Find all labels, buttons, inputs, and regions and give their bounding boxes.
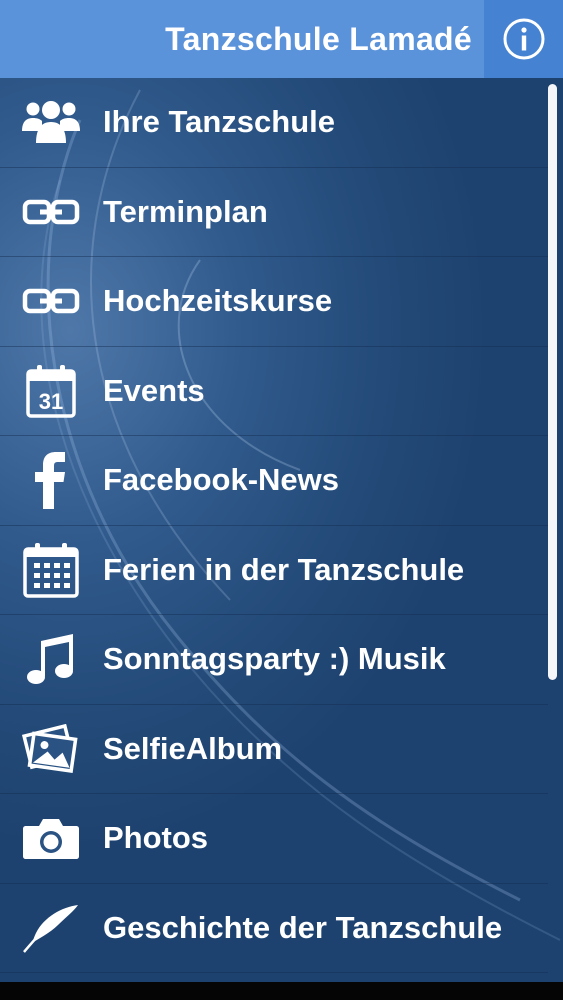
menu-item-label: Ihre Tanzschule [103, 104, 335, 140]
link-icon [22, 272, 80, 330]
menu-item-sonntagsparty[interactable]: Sonntagsparty :) Musik [0, 615, 548, 705]
info-icon [503, 18, 544, 60]
calendar-grid-icon [22, 541, 80, 599]
music-note-icon [22, 630, 80, 688]
menu-item-label: Photos [103, 820, 209, 856]
menu-item-label: SelfieAlbum [103, 730, 283, 766]
menu-item-label: Hochzeitskurse [103, 283, 333, 319]
menu-item-label: Sonntagsparty :) Musik [103, 641, 446, 677]
app-header: Tanzschule Lamadé [0, 0, 563, 78]
menu-item-label: Terminplan [103, 193, 268, 229]
menu-item-label: Ferien in der Tanzschule [103, 551, 465, 587]
menu-item-events[interactable]: 31 Events [0, 347, 548, 436]
calendar-31-icon: 31 [22, 362, 80, 420]
info-button[interactable] [484, 0, 563, 78]
camera-icon [22, 809, 80, 867]
menu-item-ihre-tanzschule[interactable]: Ihre Tanzschule [0, 78, 548, 168]
group-icon [22, 93, 80, 151]
bottom-bar [0, 982, 563, 1000]
menu-item-photos[interactable]: Photos [0, 794, 548, 884]
menu-item-terminplan[interactable]: Terminplan [0, 168, 548, 257]
svg-text:31: 31 [39, 389, 63, 414]
feather-icon [22, 899, 80, 957]
app-title: Tanzschule Lamadé [165, 21, 472, 57]
menu-item-ferien[interactable]: Ferien in der Tanzschule [0, 526, 548, 615]
menu-item-facebook-news[interactable]: Facebook-News [0, 436, 548, 526]
menu-item-geschichte[interactable]: Geschichte der Tanzschule [0, 884, 548, 973]
photo-album-icon [22, 720, 80, 778]
menu-item-label: Geschichte der Tanzschule [103, 909, 503, 945]
menu-item-label: Events [103, 372, 205, 408]
menu-item-hochzeitskurse[interactable]: Hochzeitskurse [0, 257, 548, 347]
scrollbar[interactable] [548, 84, 557, 680]
menu-item-selfiealbum[interactable]: SelfieAlbum [0, 705, 548, 794]
link-icon [22, 183, 80, 241]
facebook-icon [22, 451, 80, 510]
side-menu: Ihre Tanzschule Terminplan Hochzeitskurs… [0, 78, 548, 973]
app-screen: Tanzschule Lamadé Ihre Tanzschule Termin… [0, 0, 563, 982]
menu-item-label: Facebook-News [103, 462, 340, 498]
